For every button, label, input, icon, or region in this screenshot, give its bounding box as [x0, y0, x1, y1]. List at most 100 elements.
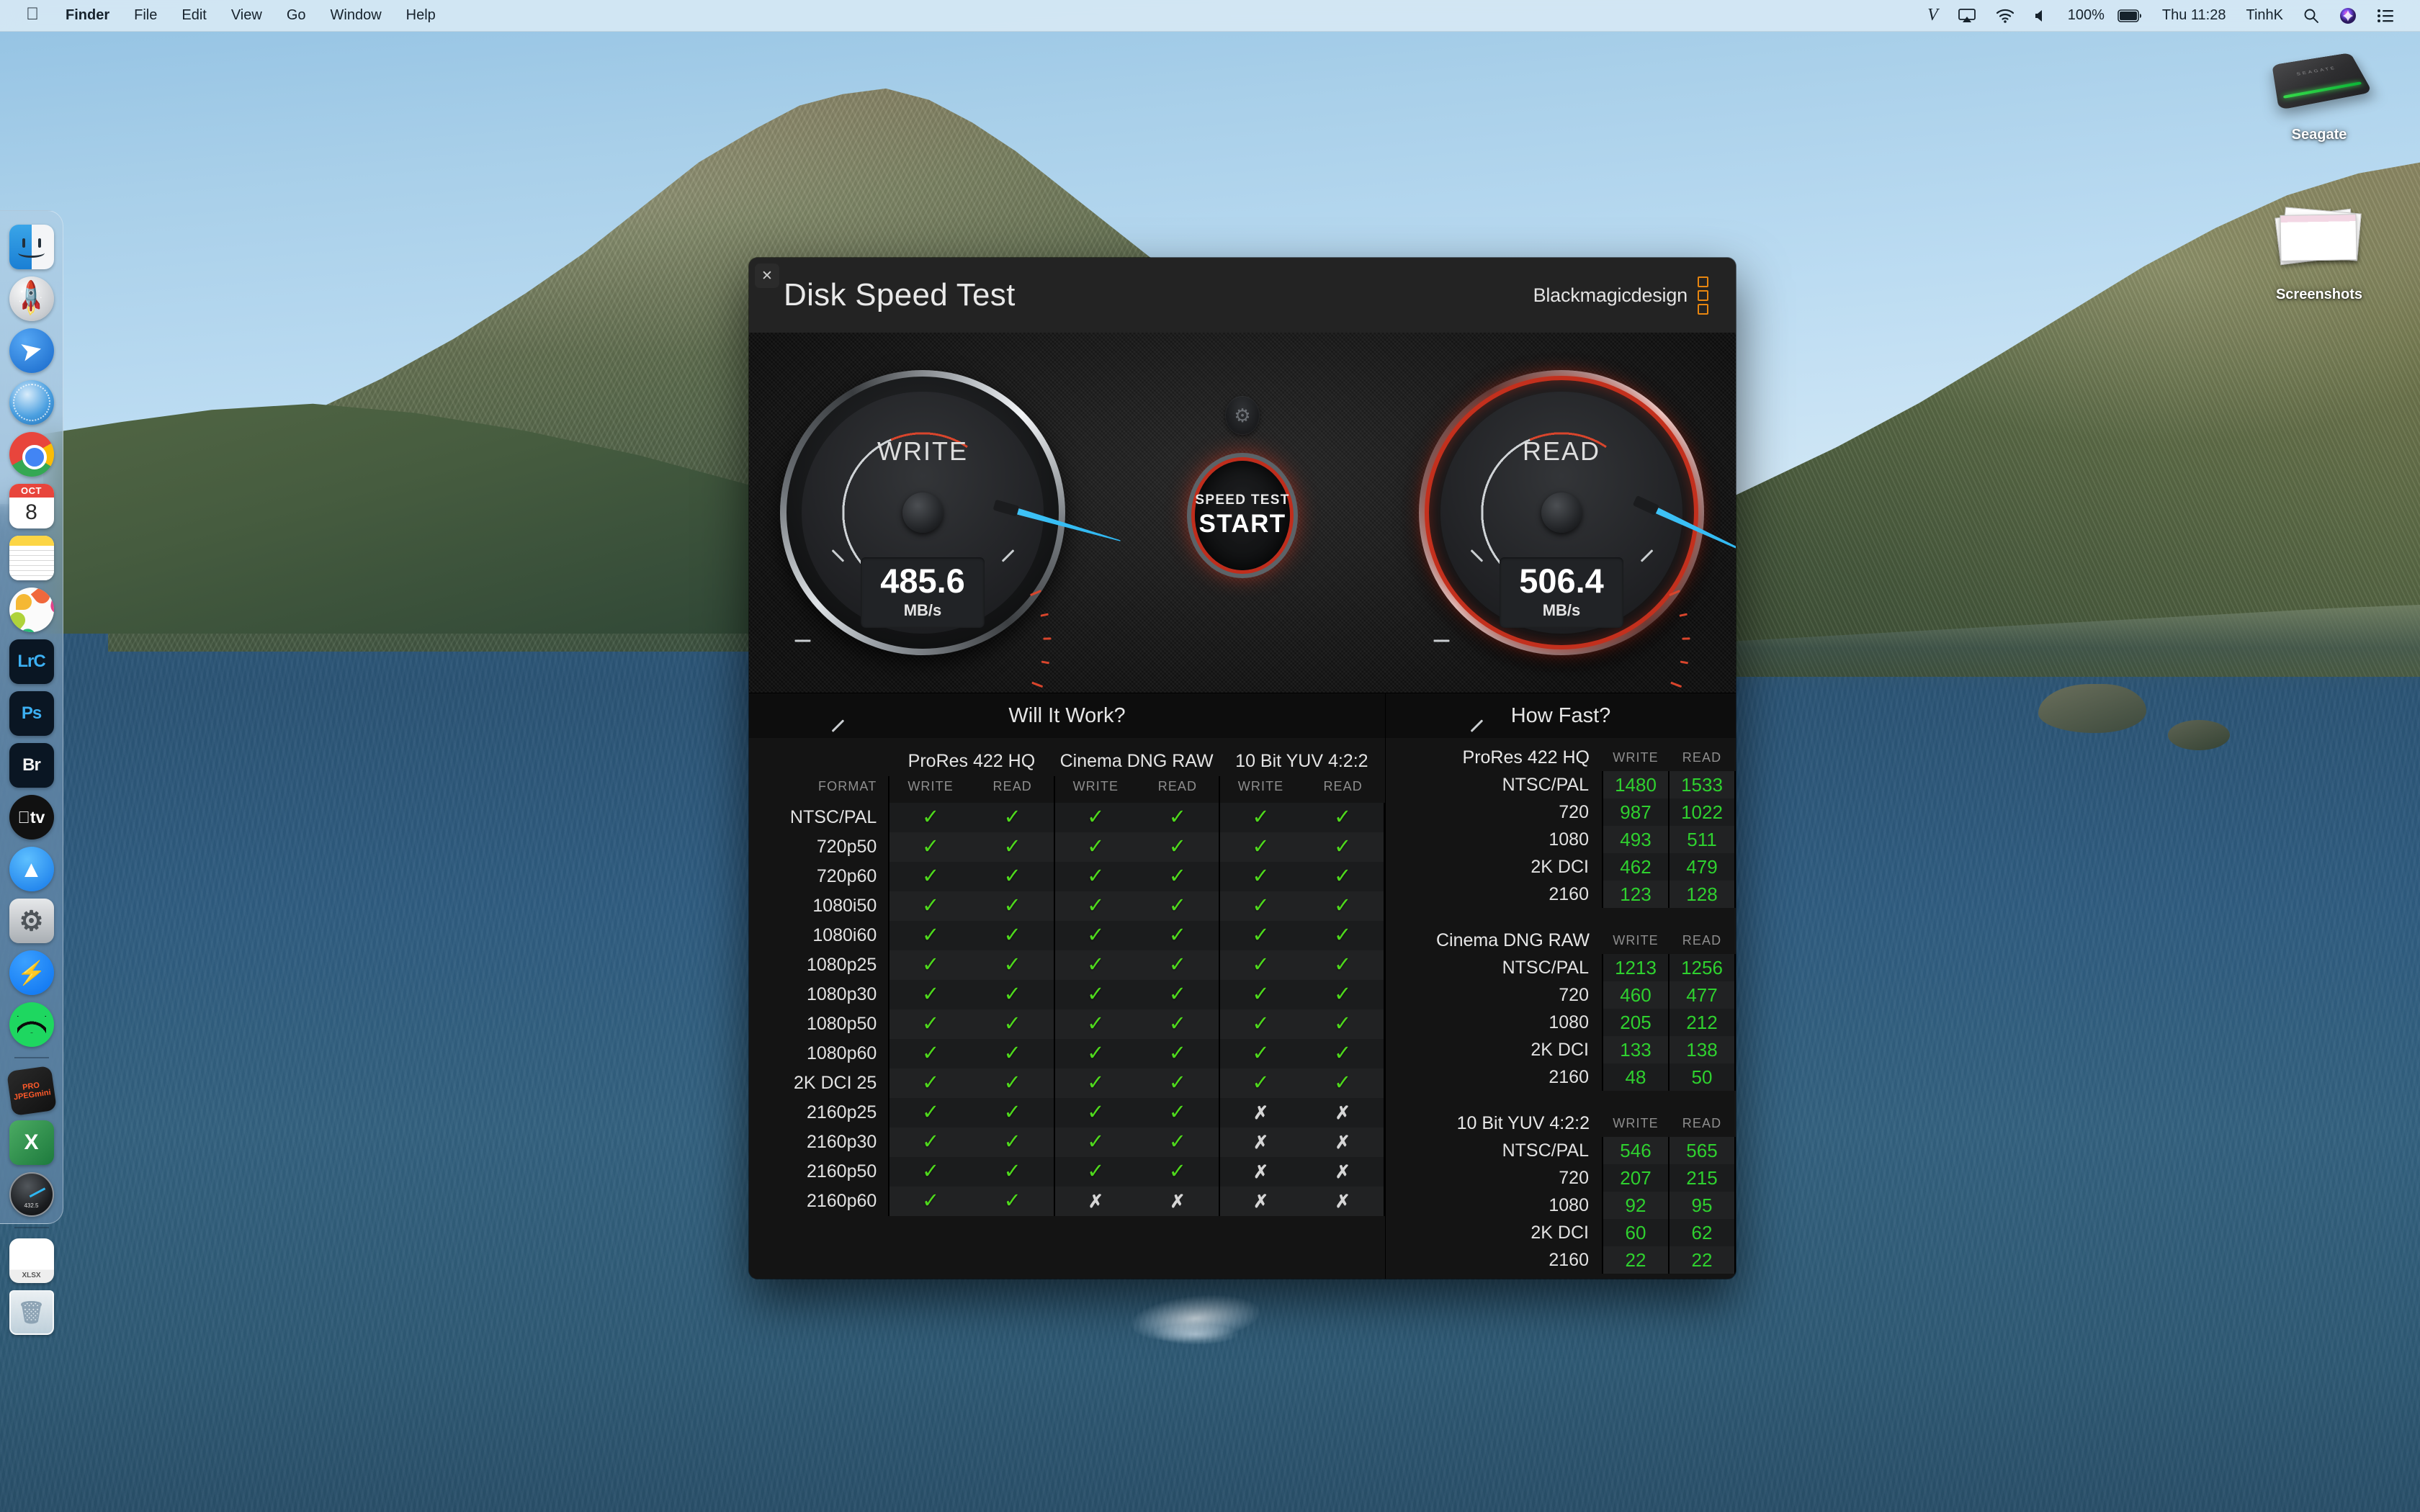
- jpegmini-label: PRO JPEGmini: [12, 1081, 51, 1102]
- dock-item-bridge[interactable]: Br: [9, 743, 54, 788]
- dock-item-calendar[interactable]: OCT 8: [9, 484, 54, 528]
- write-speed-value: 1213: [1602, 954, 1669, 981]
- dock-item-apple-tv[interactable]: tv: [9, 795, 54, 840]
- table-spacer: [1386, 908, 1735, 927]
- dock-item-lightroom-classic[interactable]: LrC: [9, 639, 54, 684]
- dock-item-messenger[interactable]: ⚡: [9, 950, 54, 995]
- table-row: 2K DCI 60 62: [1386, 1219, 1736, 1246]
- support-check-cell: ✓: [971, 1187, 1054, 1216]
- table-row: 2160p60 ✓ ✓ ✗ ✗ ✗ ✗: [749, 1187, 1385, 1216]
- support-check-cell: ✓: [1218, 891, 1302, 921]
- write-speed-value: 22: [1602, 1246, 1669, 1274]
- gauge-deck: WRITE 485.6 MB/s ⚙ SPEED TEST START READ…: [749, 333, 1736, 732]
- dock-item-photos[interactable]: [9, 588, 54, 632]
- support-check-cell: ✓: [1137, 1098, 1219, 1128]
- trash-icon: 🗑: [17, 1300, 45, 1325]
- siri-icon[interactable]: [2329, 0, 2367, 32]
- menu-item-file[interactable]: File: [122, 0, 169, 32]
- dock-item-spotify[interactable]: [9, 1002, 54, 1047]
- desktop-icon-screenshots[interactable]: Screenshots: [2247, 194, 2391, 303]
- desktop-icon-seagate[interactable]: SEAGATE Seagate: [2247, 35, 2391, 143]
- read-speed-value: 477: [1668, 981, 1736, 1009]
- support-check-cell: ✓: [971, 980, 1054, 1009]
- dock-item-chrome[interactable]: [9, 432, 54, 477]
- dock-item-notes[interactable]: [9, 536, 54, 580]
- xlsx-label: XLSX: [22, 1272, 41, 1279]
- dock-item-excel[interactable]: X: [9, 1120, 54, 1165]
- dock-item-xlsx-file[interactable]: XLSX: [9, 1238, 54, 1283]
- support-check-cell: ✓: [1301, 980, 1385, 1009]
- close-button[interactable]: ✕: [755, 264, 779, 288]
- speed-test-start-button[interactable]: SPEED TEST START: [1195, 461, 1290, 570]
- subheader-read-1: READ: [992, 779, 1032, 793]
- col-header-read: READ: [1682, 1115, 1722, 1130]
- search-icon[interactable]: [2293, 0, 2329, 32]
- menu-item-help[interactable]: Help: [394, 0, 448, 32]
- write-speed-value: 207: [1602, 1164, 1669, 1192]
- support-check-cell: ✓: [971, 803, 1054, 832]
- table-row: 2160 22 22: [1386, 1246, 1736, 1274]
- support-check-cell: ✓: [1053, 980, 1137, 1009]
- dock-item-jpegmini-pro[interactable]: PRO JPEGmini: [6, 1065, 57, 1117]
- support-check-cell: ✓: [1137, 921, 1219, 950]
- support-check-cell: ✓: [971, 832, 1054, 862]
- support-check-cell: ✓: [971, 1009, 1054, 1039]
- support-check-cell: ✓: [1137, 1039, 1219, 1068]
- support-check-cell: ✓: [1137, 1128, 1219, 1157]
- table-row: 1080p60 ✓ ✓ ✓ ✓ ✓ ✓: [749, 1039, 1385, 1068]
- subheader-read-3: READ: [1323, 779, 1363, 793]
- disk-speed-test-window: ✕ Disk Speed Test Blackmagicdesign WRITE: [749, 258, 1736, 1279]
- volume-icon[interactable]: [2025, 0, 2058, 32]
- format-column-header: FORMAT: [818, 779, 877, 793]
- dock-item-spark[interactable]: ➤: [9, 328, 54, 373]
- dock-item-app-store[interactable]: ▲: [9, 847, 54, 891]
- table-row: 1080 493 511: [1386, 826, 1736, 853]
- desktop-icon-label: Seagate: [2291, 127, 2347, 143]
- support-check-cell: ✓: [888, 1039, 972, 1068]
- vpn-icon[interactable]: V: [1917, 0, 1948, 32]
- table-row: NTSC/PAL 1213 1256: [1386, 954, 1736, 981]
- read-readout: 506.4 MB/s: [1500, 557, 1623, 628]
- battery-icon[interactable]: [2115, 0, 2152, 32]
- table-spacer: [1386, 1091, 1735, 1110]
- menu-item-window[interactable]: Window: [318, 0, 394, 32]
- read-gauge-label: READ: [1522, 436, 1601, 466]
- clock-datetime[interactable]: Thu 11:28: [2152, 0, 2236, 32]
- control-center-icon[interactable]: [2367, 0, 2404, 32]
- dock-item-photoshop[interactable]: Ps: [9, 691, 54, 736]
- subheader-write-2: WRITE: [1053, 776, 1137, 803]
- support-check-cell: ✓: [1218, 950, 1302, 980]
- airplay-icon[interactable]: [1948, 0, 1986, 32]
- table-row: NTSC/PAL 546 565: [1386, 1137, 1736, 1164]
- support-check-cell: ✓: [1053, 891, 1137, 921]
- support-check-cell: ✓: [971, 1157, 1054, 1187]
- start-button-line1: SPEED TEST: [1195, 492, 1290, 508]
- support-check-cell: ✓: [971, 1098, 1054, 1128]
- gear-icon[interactable]: ⚙: [1225, 396, 1260, 435]
- read-speed-value: 95: [1668, 1192, 1736, 1219]
- support-fail-cell: ✗: [1301, 1157, 1385, 1187]
- dock-item-safari[interactable]: [9, 380, 54, 425]
- user-name-label[interactable]: TinhK: [2236, 0, 2293, 32]
- dock-divider: [14, 1057, 49, 1058]
- apple-logo-icon[interactable]: : [13, 0, 53, 32]
- menu-item-go[interactable]: Go: [274, 0, 318, 32]
- format-label: 1080p60: [806, 1043, 877, 1063]
- support-check-cell: ✓: [1301, 921, 1385, 950]
- dock-item-trash[interactable]: 🗑: [9, 1290, 54, 1335]
- write-speed-value: 493: [1602, 826, 1669, 853]
- menu-item-finder[interactable]: Finder: [53, 0, 122, 32]
- support-fail-cell: ✗: [1137, 1187, 1219, 1216]
- support-check-cell: ✓: [1218, 1009, 1302, 1039]
- menu-item-view[interactable]: View: [219, 0, 274, 32]
- dock-item-launchpad[interactable]: 🚀: [9, 276, 54, 321]
- dock-item-finder[interactable]: [9, 225, 54, 269]
- dock-item-system-preferences[interactable]: ⚙: [9, 899, 54, 943]
- dock-item-disk-speed-test[interactable]: 432.5: [9, 1172, 54, 1217]
- col-header-write: WRITE: [1613, 750, 1659, 765]
- read-speed-value: 1256: [1668, 954, 1736, 981]
- menu-item-edit[interactable]: Edit: [169, 0, 218, 32]
- write-speed-value: 987: [1602, 798, 1669, 826]
- wifi-icon[interactable]: [1986, 0, 2025, 32]
- how-fast-title: How Fast?: [1386, 693, 1736, 738]
